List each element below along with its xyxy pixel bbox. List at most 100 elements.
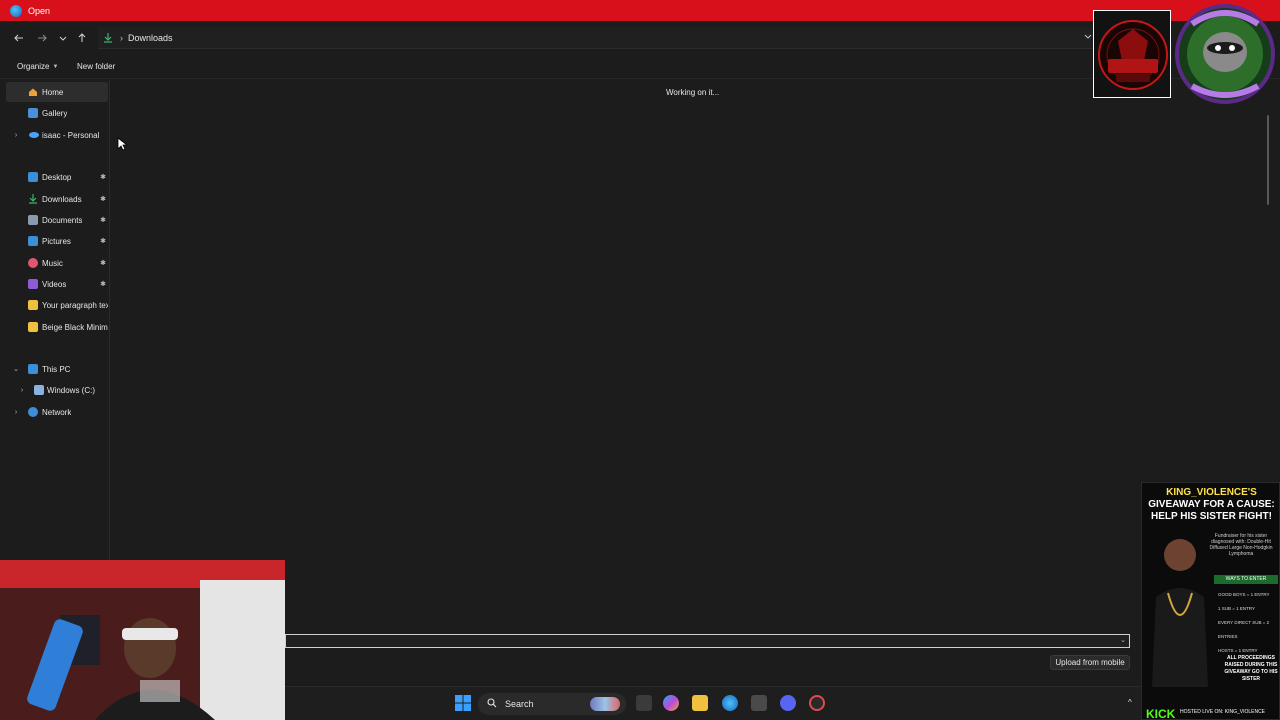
edge-app-icon — [10, 4, 22, 17]
promo-title-line-1: KING_VIOLENCE'S — [1166, 487, 1257, 498]
recent-locations-icon[interactable] — [55, 30, 71, 46]
kick-logo: KICK — [1146, 707, 1176, 720]
nav-label-documents: Documents — [42, 215, 83, 225]
discord-icon[interactable] — [780, 695, 796, 711]
giveaway-promo-panel: KING_VIOLENCE'S GIVEAWAY FOR A CAUSE: HE… — [1141, 482, 1280, 720]
navigation-pane: Home Gallery › isaac - Personal Desktop … — [0, 80, 110, 560]
promo-title-line-2: GIVEAWAY FOR A CAUSE: — [1148, 499, 1275, 510]
mouse-cursor-icon — [117, 137, 129, 151]
nav-label-downloads: Downloads — [42, 194, 82, 204]
search-icon — [487, 697, 497, 711]
promo-entry: GOOD BOYS = 1 ENTRY — [1218, 592, 1270, 597]
nav-label-pictures: Pictures — [42, 236, 71, 246]
search-label: Search — [505, 699, 534, 709]
nav-item-home[interactable]: Home — [6, 82, 108, 102]
pin-icon: ✱ — [100, 174, 106, 181]
store-icon[interactable] — [751, 695, 767, 711]
nav-label-videos: Videos — [42, 279, 67, 289]
promo-title: KING_VIOLENCE'S GIVEAWAY FOR A CAUSE: HE… — [1144, 487, 1279, 523]
chevron-down-icon[interactable] — [1084, 32, 1092, 42]
download-icon — [28, 194, 38, 204]
videos-icon — [28, 279, 38, 289]
caret-down-icon: ▼ — [52, 63, 59, 70]
nav-item-gallery[interactable]: Gallery — [6, 103, 108, 123]
promo-title-line-3: HELP HIS SISTER FIGHT! — [1151, 511, 1272, 522]
command-bar: Organize ▼ New folder — [0, 55, 1280, 79]
file-name-input[interactable]: ⌄ — [285, 634, 1130, 648]
nav-item-videos[interactable]: Videos ✱ — [6, 274, 108, 294]
organize-button[interactable]: Organize ▼ — [17, 62, 58, 71]
search-highlight-icon — [590, 697, 620, 711]
obs-icon[interactable] — [809, 695, 825, 711]
file-explorer-icon[interactable] — [692, 695, 708, 711]
breadcrumb-downloads[interactable]: Downloads — [128, 33, 173, 43]
nav-label-gallery: Gallery — [42, 108, 68, 118]
music-icon — [28, 258, 38, 268]
loading-status: Working on it... — [666, 88, 720, 97]
nav-item-network[interactable]: › Network — [6, 402, 108, 422]
promo-subtitle: Fundraiser for his sister diagnosed with… — [1209, 533, 1273, 557]
screen: Open › Downloads Organize ▼ New folder H… — [0, 0, 1280, 720]
home-icon — [28, 87, 38, 97]
start-icon[interactable] — [455, 695, 471, 711]
folder-icon — [28, 322, 38, 332]
expand-icon[interactable]: › — [17, 387, 27, 394]
chevron-down-icon[interactable]: ⌄ — [1120, 636, 1126, 644]
promo-entry: EVERY DIRECT SUB = 2 ENTRIES — [1218, 620, 1270, 639]
address-row: › Downloads — [0, 21, 1280, 55]
pin-icon: ✱ — [100, 196, 106, 203]
nav-label-this-pc: This PC — [42, 364, 71, 374]
drive-icon — [34, 385, 44, 395]
new-folder-button[interactable]: New folder — [77, 62, 115, 71]
promo-host-text: HOSTED LIVE ON: KING_VIOLENCE — [1180, 709, 1266, 715]
up-icon[interactable] — [74, 30, 90, 46]
computer-icon — [28, 364, 38, 374]
nav-label-onedrive: isaac - Personal — [42, 130, 100, 140]
title-bar: Open — [0, 0, 1280, 21]
nav-item-folder-beige[interactable]: Beige Black Minimal — [6, 317, 108, 337]
onedrive-icon — [28, 130, 39, 140]
nav-item-pictures[interactable]: Pictures ✱ — [6, 231, 108, 251]
pin-icon: ✱ — [100, 260, 106, 267]
pin-icon: ✱ — [100, 217, 106, 224]
gallery-icon — [28, 108, 38, 118]
task-view-icon[interactable] — [636, 695, 652, 711]
window-title: Open — [28, 5, 51, 16]
nav-label-windows-c: Windows (C:) — [47, 385, 96, 395]
upload-from-mobile-button[interactable]: Upload from mobile — [1050, 655, 1130, 670]
desktop-icon — [28, 172, 38, 182]
nav-item-documents[interactable]: Documents ✱ — [6, 210, 108, 230]
address-bar[interactable]: › Downloads — [98, 27, 1100, 49]
nav-item-desktop[interactable]: Desktop ✱ — [6, 167, 108, 187]
expand-icon[interactable]: › — [11, 132, 21, 139]
promo-ways-header: WAYS TO ENTER — [1214, 575, 1278, 584]
new-folder-label: New folder — [77, 62, 116, 71]
scrollbar[interactable] — [1267, 115, 1269, 205]
nav-item-onedrive[interactable]: › isaac - Personal — [6, 125, 108, 145]
nav-label-folder-paragraph: Your paragraph text — [42, 300, 108, 310]
nav-label-music: Music — [42, 258, 63, 268]
pin-icon: ✱ — [100, 281, 106, 288]
rage-baiters-logo — [1093, 10, 1171, 98]
download-icon — [103, 32, 115, 44]
nav-label-network: Network — [42, 407, 72, 417]
promo-entry: 1 SUB = 1 ENTRY — [1218, 606, 1256, 611]
nav-item-music[interactable]: Music ✱ — [6, 253, 108, 273]
forward-icon[interactable] — [34, 30, 50, 46]
nav-item-windows-c[interactable]: › Windows (C:) — [6, 380, 108, 400]
folder-icon — [28, 300, 38, 310]
expand-icon[interactable]: › — [11, 409, 21, 416]
nav-item-this-pc[interactable]: ⌄ This PC — [6, 359, 108, 379]
breadcrumb-separator: › — [120, 32, 123, 43]
network-icon — [28, 407, 38, 417]
back-icon[interactable] — [11, 30, 27, 46]
misfit-underground-logo — [1172, 2, 1278, 106]
promo-proceeds: ALL PROCEEDINGS RAISED DURING THIS GIVEA… — [1224, 655, 1278, 682]
collapse-icon[interactable]: ⌄ — [11, 365, 21, 373]
taskbar-search[interactable]: Search — [478, 693, 626, 715]
chevron-up-icon[interactable]: ^ — [1128, 698, 1132, 707]
edge-icon[interactable] — [722, 695, 738, 711]
nav-item-folder-paragraph[interactable]: Your paragraph text — [6, 295, 108, 315]
nav-item-downloads[interactable]: Downloads ✱ — [6, 189, 108, 209]
copilot-icon[interactable] — [663, 695, 679, 711]
